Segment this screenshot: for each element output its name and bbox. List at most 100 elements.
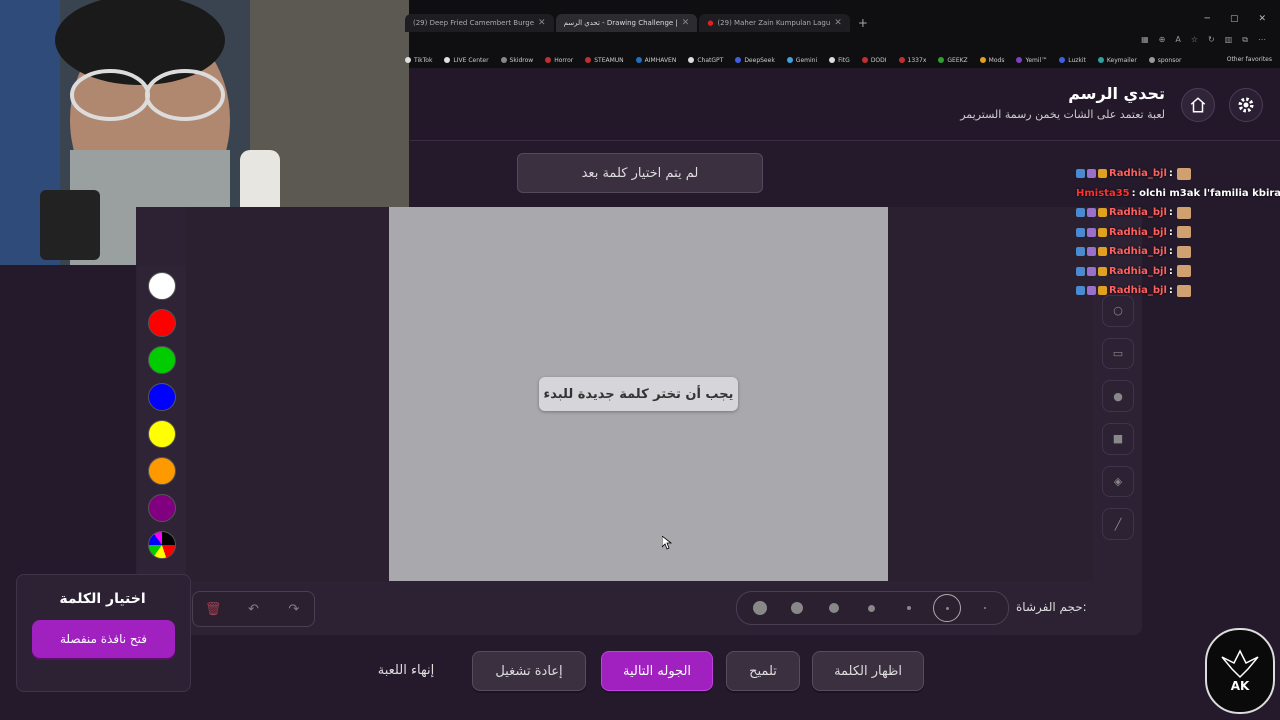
bookmark-icon: [585, 57, 592, 63]
fill-bucket-tool[interactable]: ◈: [1102, 465, 1134, 498]
redo-button[interactable]: ↷: [282, 597, 306, 621]
bookmark-item[interactable]: STEAMUN: [585, 57, 624, 64]
undo-button[interactable]: ↶: [241, 597, 265, 621]
close-icon[interactable]: ✕: [834, 14, 842, 32]
close-icon[interactable]: ✕: [682, 14, 690, 32]
end-game-button[interactable]: إنهاء اللعبة: [355, 651, 457, 689]
bookmarks-bar: TikTok LIVE Center Skidrow Horror STEAMUN AIM…: [405, 52, 1280, 68]
other-favorites[interactable]: Other favorites: [1227, 52, 1272, 68]
rect-outline-tool[interactable]: ▭: [1102, 337, 1134, 370]
bookmark-icon: [545, 57, 552, 63]
close-window-icon[interactable]: ✕: [1258, 14, 1266, 24]
bookmark-label: TikTok: [414, 56, 433, 64]
bookmark-item[interactable]: GEEKZ: [938, 57, 968, 64]
bookmark-item[interactable]: TikTok: [405, 57, 432, 64]
rect-fill-tool[interactable]: ■: [1102, 423, 1134, 455]
open-window-button[interactable]: فتح نافذة منفصلة: [32, 620, 175, 658]
bookmark-label: FitG: [838, 56, 850, 64]
brush-size-option[interactable]: [896, 595, 922, 621]
bookmark-label: Mods: [988, 56, 1005, 64]
bookmark-icon: [688, 57, 695, 63]
bookmark-item[interactable]: FitG: [829, 57, 850, 64]
bookmark-item[interactable]: Skidrow: [500, 57, 533, 64]
chat-message: Radhia_bjl:: [1076, 223, 1280, 243]
color-swatch[interactable]: [147, 383, 176, 411]
next-round-button[interactable]: الجوله التالية: [601, 651, 713, 691]
bookmark-icon: [786, 57, 793, 63]
color-palette: [137, 266, 186, 578]
bookmark-item[interactable]: DODI: [861, 57, 887, 64]
hint-button[interactable]: تلميح: [726, 651, 800, 691]
read-aloud-icon[interactable]: A: [1175, 35, 1180, 45]
browser-tab-3[interactable]: ● (29) Maher Zain Kumpulan Lagu ✕: [699, 14, 850, 32]
chat-badge-icon: [1098, 247, 1107, 257]
bookmark-item[interactable]: sponsor: [1148, 57, 1181, 64]
restart-button[interactable]: إعادة تشغيل: [472, 651, 586, 691]
bookmark-item[interactable]: Mods: [979, 56, 1005, 64]
brush-size-option[interactable]: [784, 595, 810, 621]
reveal-word-button[interactable]: اظهار الكلمة: [812, 651, 924, 691]
bookmark-icon: [898, 57, 905, 63]
brush-size-option[interactable]: [972, 595, 998, 621]
brush-size-option[interactable]: [858, 595, 884, 621]
brush-size-option[interactable]: [933, 594, 962, 622]
color-swatch[interactable]: [147, 457, 176, 485]
chat-message: Radhia_bjl:: [1076, 203, 1280, 223]
bookmark-item[interactable]: Keymailer: [1097, 56, 1137, 64]
browser-tab-2[interactable]: تحدي الرسم - Drawing Challenge | ✕: [555, 14, 698, 32]
line-tool[interactable]: ╱: [1102, 508, 1134, 541]
toolbar-icons: ▦ ⊕ A ☆ ↻ ▥ ⧉ ⋯: [1141, 35, 1266, 45]
canvas-margin-left: [186, 207, 389, 581]
maximize-icon[interactable]: ▢: [1230, 14, 1239, 24]
browser-tab-1[interactable]: (29) Deep Fried Camembert Burge ✕: [405, 14, 554, 32]
bookmark-item[interactable]: Gemini: [786, 56, 818, 64]
bookmark-icon: [1148, 57, 1155, 63]
color-swatch[interactable]: [147, 309, 176, 337]
bookmark-icon: [1059, 57, 1066, 63]
undo-redo-group: 🗑 ↶ ↷: [192, 591, 315, 627]
bookmark-item[interactable]: LIVE Center: [444, 57, 489, 64]
settings-button[interactable]: [1229, 88, 1263, 122]
color-swatch[interactable]: [147, 494, 176, 522]
brush-size-option[interactable]: [821, 595, 847, 621]
channel-logo: AK: [1205, 628, 1275, 714]
bookmark-item[interactable]: Luzkit: [1059, 57, 1086, 64]
chat-badge-icon: [1076, 227, 1085, 237]
collections-icon[interactable]: ⧉: [1242, 35, 1248, 45]
brush-size-option[interactable]: [747, 595, 773, 621]
bookmark-item[interactable]: Yemil™: [1016, 57, 1047, 64]
refresh-icon[interactable]: ↻: [1208, 35, 1215, 45]
color-swatch[interactable]: [147, 346, 176, 374]
bookmark-item[interactable]: ChatGPT: [688, 57, 723, 64]
bookmark-item[interactable]: 1337x: [898, 57, 926, 64]
chat-badge-icon: [1098, 208, 1107, 218]
favorite-icon[interactable]: ☆: [1191, 35, 1198, 45]
bookmark-item[interactable]: AIMHAVEN: [635, 57, 676, 64]
chat-text: :: [1168, 207, 1173, 219]
minimize-icon[interactable]: ─: [1205, 14, 1210, 24]
bookmark-icon: [635, 57, 642, 63]
custom-color-picker[interactable]: [147, 531, 176, 559]
bookmark-icon: [979, 57, 986, 63]
clear-canvas-button[interactable]: 🗑: [201, 597, 225, 621]
close-icon[interactable]: ✕: [538, 14, 546, 32]
chat-badge-icon: [1098, 266, 1107, 276]
tab-label: (29) Maher Zain Kumpulan Lagu: [717, 19, 831, 27]
color-swatch[interactable]: [147, 420, 176, 448]
home-button[interactable]: [1181, 88, 1215, 122]
new-tab-button[interactable]: +: [852, 16, 874, 30]
bucket-icon: ◈: [1113, 475, 1123, 489]
menu-icon[interactable]: ⋯: [1258, 35, 1266, 45]
bookmark-item[interactable]: Horror: [545, 57, 573, 64]
bookmark-label: Keymailer: [1106, 56, 1137, 64]
bookmark-label: Gemini: [795, 56, 818, 64]
bookmark-icon: [1016, 57, 1023, 63]
color-swatch[interactable]: [147, 272, 176, 300]
split-screen-icon[interactable]: ▥: [1225, 35, 1233, 45]
bookmark-item[interactable]: DeepSeek: [735, 57, 775, 64]
brush-dot-icon: [790, 602, 803, 614]
zoom-icon[interactable]: ⊕: [1159, 35, 1166, 45]
extension-icon[interactable]: ▦: [1141, 35, 1149, 45]
circle-fill-tool[interactable]: ●: [1102, 380, 1134, 413]
emote-icon: [1176, 167, 1191, 180]
